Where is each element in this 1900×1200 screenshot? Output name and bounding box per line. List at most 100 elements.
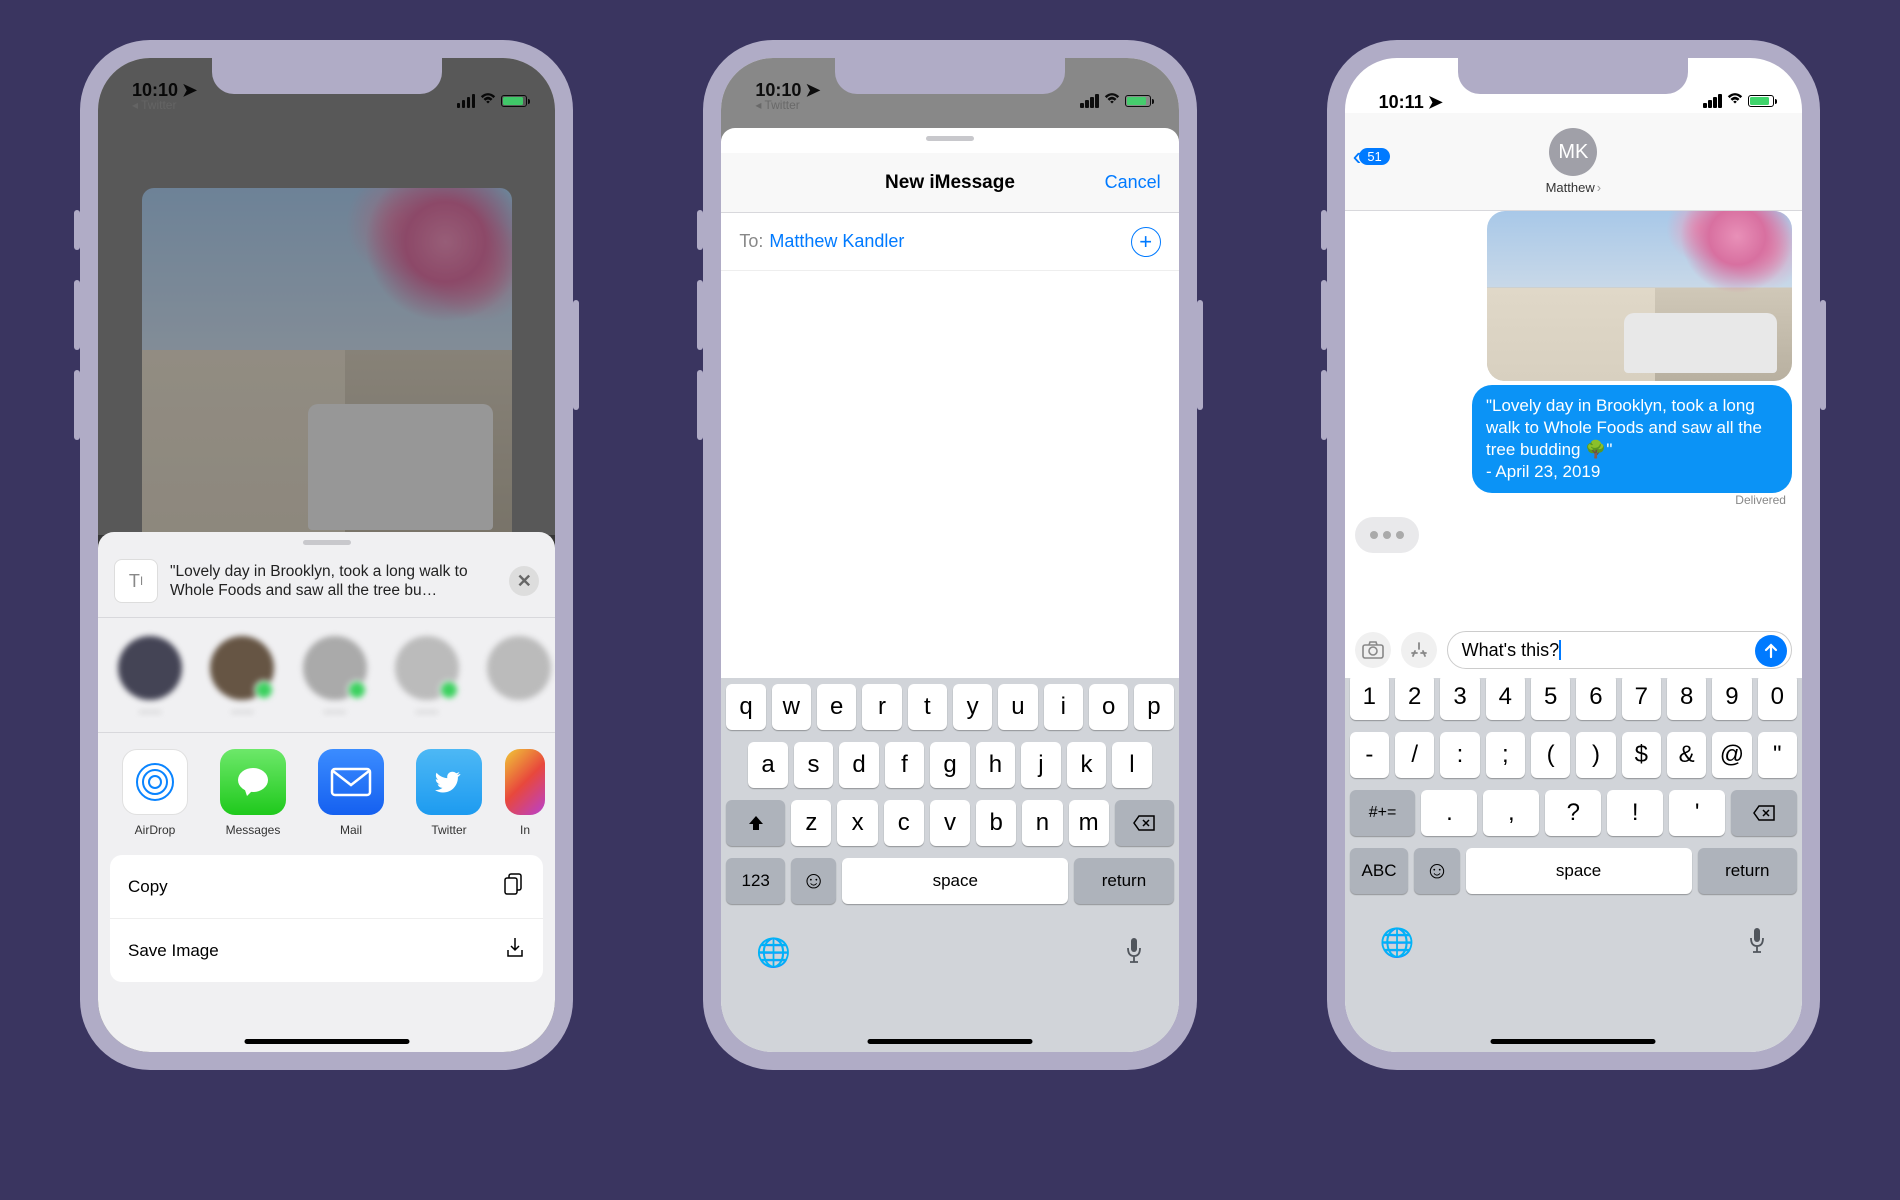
key-i[interactable]: i [1044,684,1083,730]
key-h[interactable]: h [976,742,1015,788]
key-1[interactable]: 1 [1350,674,1389,720]
share-app-airdrop[interactable]: AirDrop [108,749,202,837]
emoji-key[interactable]: ☺ [791,858,836,904]
key-?[interactable]: ? [1545,790,1601,836]
key-;[interactable]: ; [1486,732,1525,778]
space-key[interactable]: space [842,858,1068,904]
key-$[interactable]: $ [1622,732,1661,778]
abc-key[interactable]: ABC [1350,848,1409,894]
keyboard[interactable]: qwertyuiop asdfghjkl zxcvbnm 123 ☺ space… [721,678,1178,1052]
key-:[interactable]: : [1440,732,1479,778]
key-b[interactable]: b [976,800,1016,846]
key-2[interactable]: 2 [1395,674,1434,720]
contact-avatar[interactable]: MK [1549,128,1597,176]
key-0[interactable]: 0 [1758,674,1797,720]
add-recipient-button[interactable]: + [1131,227,1161,257]
share-app-twitter[interactable]: Twitter [402,749,496,837]
cancel-button[interactable]: Cancel [1105,172,1161,193]
key-8[interactable]: 8 [1667,674,1706,720]
key-o[interactable]: o [1089,684,1128,730]
key-'[interactable]: ' [1669,790,1725,836]
key-p[interactable]: p [1134,684,1173,730]
share-app-instagram[interactable]: In [500,749,550,837]
numbers-key[interactable]: 123 [726,858,785,904]
key-z[interactable]: z [791,800,831,846]
globe-key[interactable]: 🌐 [1380,926,1415,961]
sheet-grabber[interactable] [926,136,974,141]
action-copy[interactable]: Copy [110,855,543,919]
key-5[interactable]: 5 [1531,674,1570,720]
key-([interactable]: ( [1531,732,1570,778]
key-4[interactable]: 4 [1486,674,1525,720]
action-save-image[interactable]: Save Image [110,919,543,982]
keyboard[interactable]: ITheYeah 1234567890 -/:;()$&@" #+= .,?!'… [1345,622,1802,1052]
sent-image-bubble[interactable] [1487,211,1792,381]
globe-key[interactable]: 🌐 [756,936,791,971]
share-app-messages[interactable]: Messages [206,749,300,837]
return-key[interactable]: return [1074,858,1173,904]
delete-key[interactable] [1115,800,1174,846]
home-indicator[interactable] [1491,1039,1656,1044]
key-a[interactable]: a [748,742,787,788]
key-,[interactable]: , [1483,790,1539,836]
key-g[interactable]: g [930,742,969,788]
back-to-app[interactable]: ◂ Twitter [755,99,799,111]
contact-name-row[interactable]: Matthew› [1546,180,1601,195]
action-label: Copy [128,877,168,897]
key-q[interactable]: q [726,684,765,730]
delete-key[interactable] [1731,790,1797,836]
close-share-button[interactable]: ✕ [509,566,539,596]
airdrop-contacts-row[interactable]: —— —— —— —— [98,618,555,732]
key--[interactable]: - [1350,732,1389,778]
emoji-key[interactable]: ☺ [1414,848,1459,894]
space-key[interactable]: space [1466,848,1692,894]
shift-key[interactable] [726,800,785,846]
key-y[interactable]: y [953,684,992,730]
key-m[interactable]: m [1069,800,1109,846]
key-9[interactable]: 9 [1712,674,1751,720]
key-j[interactable]: j [1021,742,1060,788]
key-v[interactable]: v [930,800,970,846]
key-7[interactable]: 7 [1622,674,1661,720]
key-.[interactable]: . [1421,790,1477,836]
signal-icon [1080,94,1099,108]
return-key[interactable]: return [1698,848,1797,894]
to-field-row[interactable]: To: Matthew Kandler + [721,213,1178,271]
key-x[interactable]: x [837,800,877,846]
share-app-mail[interactable]: Mail [304,749,398,837]
home-indicator[interactable] [867,1039,1032,1044]
app-store-button[interactable] [1401,632,1437,668]
key-6[interactable]: 6 [1576,674,1615,720]
key-f[interactable]: f [885,742,924,788]
message-input[interactable]: What's this? [1447,631,1792,669]
key-)[interactable]: ) [1576,732,1615,778]
key-d[interactable]: d [839,742,878,788]
key-"[interactable]: " [1758,732,1797,778]
dictation-key[interactable] [1124,936,1144,971]
key-l[interactable]: l [1112,742,1151,788]
key-r[interactable]: r [862,684,901,730]
key-3[interactable]: 3 [1440,674,1479,720]
key-&[interactable]: & [1667,732,1706,778]
key-t[interactable]: t [908,684,947,730]
camera-button[interactable] [1355,632,1391,668]
key-@[interactable]: @ [1712,732,1751,778]
conversation-body[interactable]: "Lovely day in Brooklyn, took a long wal… [1345,211,1802,678]
send-button[interactable] [1755,635,1787,667]
back-to-app[interactable]: ◂ Twitter [132,99,176,111]
key-n[interactable]: n [1022,800,1062,846]
key-![interactable]: ! [1607,790,1663,836]
home-indicator[interactable] [244,1039,409,1044]
key-e[interactable]: e [817,684,856,730]
dictation-key[interactable] [1747,926,1767,961]
key-w[interactable]: w [772,684,811,730]
key-k[interactable]: k [1067,742,1106,788]
symbols-key[interactable]: #+= [1350,790,1416,836]
sent-text-bubble[interactable]: "Lovely day in Brooklyn, took a long wal… [1472,385,1792,493]
key-s[interactable]: s [794,742,833,788]
key-u[interactable]: u [998,684,1037,730]
to-recipient[interactable]: Matthew Kandler [769,231,904,252]
key-c[interactable]: c [884,800,924,846]
key-/[interactable]: / [1395,732,1434,778]
back-button[interactable]: ‹ 51 [1353,141,1390,172]
